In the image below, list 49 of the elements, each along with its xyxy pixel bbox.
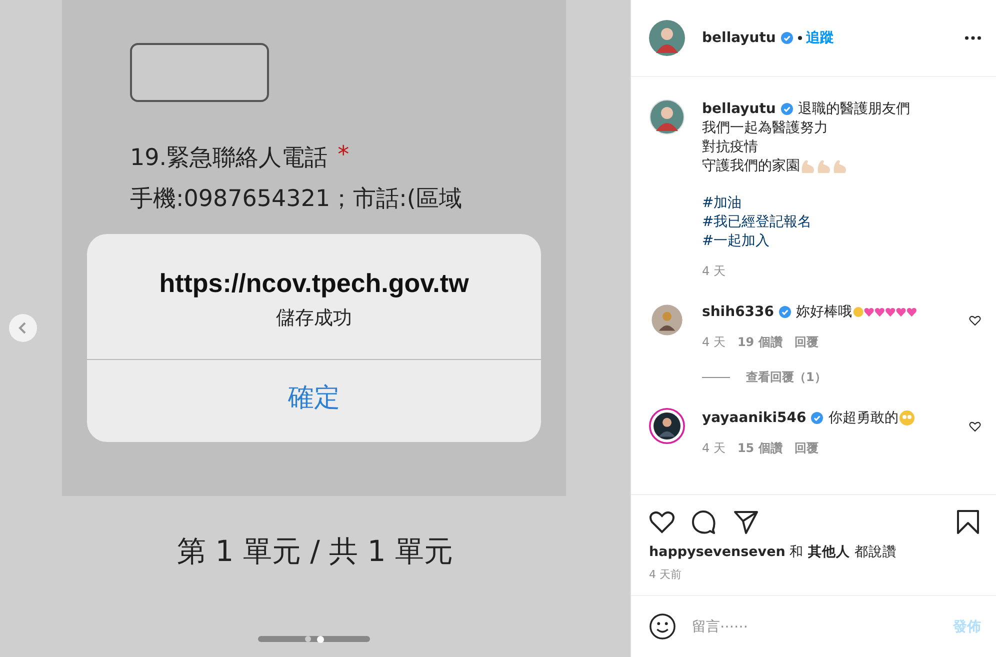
carousel-dot[interactable]	[316, 636, 324, 642]
username-link[interactable]: bellayutu	[702, 100, 776, 116]
username-link[interactable]: bellayutu	[702, 30, 776, 46]
hashtag-link[interactable]: #一起加入	[702, 232, 770, 250]
field-hint: 手機:0987654321；市話:(區域	[130, 185, 463, 214]
chevron-left-icon	[18, 322, 28, 334]
page-indicator: 第 1 單元 / 共 1 單元	[176, 533, 454, 570]
comment-bubble-icon[interactable]	[691, 509, 717, 535]
bookmark-icon[interactable]	[955, 509, 981, 535]
required-mark: *	[338, 142, 350, 170]
like-count[interactable]: 15 個讚	[737, 440, 782, 457]
ok-button[interactable]: 確定	[87, 359, 541, 415]
username-link[interactable]: shih6336	[702, 304, 774, 320]
carousel-dot[interactable]	[304, 636, 310, 642]
avatar[interactable]	[649, 302, 685, 338]
comment-time: 4 天	[702, 334, 726, 351]
avatar[interactable]	[649, 408, 685, 444]
post-time: 4 天前	[649, 567, 682, 582]
caption-text: 對抗疫情	[702, 138, 758, 156]
more-options-icon[interactable]	[965, 36, 981, 40]
comment-time: 4 天	[702, 440, 726, 457]
caption-text: 守護我們的家園	[702, 156, 800, 174]
hashtag-link[interactable]: #我已經登記報名	[702, 212, 812, 230]
emoji-icon	[899, 410, 916, 426]
reply-link[interactable]: 回覆	[794, 334, 818, 351]
separator-dot-icon	[798, 36, 802, 40]
view-replies-link[interactable]: 查看回覆（1）	[746, 369, 826, 386]
alert-message: 儲存成功	[276, 306, 352, 331]
previous-button[interactable]	[9, 314, 37, 342]
like-heart-icon[interactable]	[969, 421, 981, 432]
comment-text: 妳好棒哦	[796, 302, 852, 320]
username-link[interactable]: yayaaniki546	[702, 410, 806, 426]
caption-text: 退職的醫護朋友們	[798, 100, 910, 118]
like-heart-icon[interactable]	[969, 315, 981, 326]
comment-text: 你超勇敢的	[828, 408, 898, 426]
emoji-smiley-icon[interactable]	[649, 613, 676, 640]
caption-text: 我們一起為醫護努力	[702, 118, 828, 136]
flexed-arm-icon	[800, 158, 848, 174]
likes-summary: happysevenseven 和 其他人 都說讚	[649, 543, 898, 561]
share-plane-icon[interactable]	[733, 509, 759, 535]
comment-input-field[interactable]: 留言⋯⋯	[690, 618, 939, 636]
reply-link[interactable]: 回覆	[794, 440, 818, 457]
alert-title: https://ncov.tpech.gov.tw	[159, 268, 469, 299]
like-heart-icon[interactable]	[649, 509, 675, 535]
follow-link[interactable]: 追蹤	[806, 29, 834, 47]
post-time: 4 天	[702, 263, 726, 280]
hashtag-link[interactable]: #加油	[702, 194, 742, 212]
like-count[interactable]: 19 個讚	[737, 334, 782, 351]
question-label: 19.緊急聯絡人電話	[130, 144, 328, 173]
